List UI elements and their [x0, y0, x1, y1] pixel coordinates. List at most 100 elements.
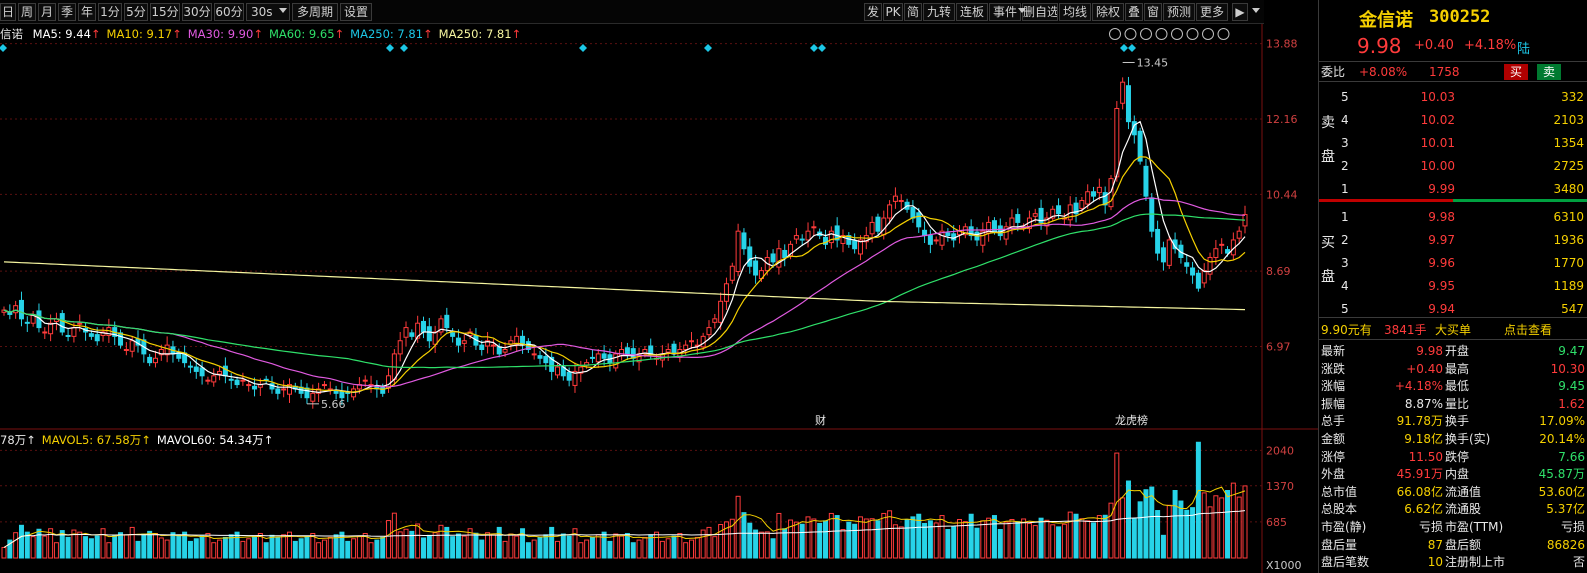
lock-icon[interactable]	[1186, 28, 1199, 40]
stat-value: 9.45	[1558, 379, 1585, 394]
volume-bar	[100, 528, 106, 559]
tool-button-0[interactable]: 发	[864, 3, 882, 21]
volume-bar	[770, 538, 776, 559]
stat-row: 盘后笔数 10 注册制上市 否	[1319, 553, 1587, 571]
asks-row[interactable]: 3 10.01 1354	[1319, 132, 1587, 154]
eye-icon[interactable]	[1109, 28, 1121, 40]
period-tab-7[interactable]: 15分	[150, 3, 180, 21]
period-tab-1[interactable]: 周	[18, 3, 36, 21]
candle-body	[1015, 214, 1021, 223]
volume-bar	[595, 534, 601, 559]
target-icon[interactable]	[1124, 28, 1137, 40]
tool-button-9[interactable]: 叠	[1125, 3, 1143, 21]
chevron-down-icon	[279, 8, 287, 13]
volume-bar	[630, 542, 636, 559]
stat-value: 91.78万	[1396, 414, 1443, 429]
asks-row[interactable]: 2 10.00 2725	[1319, 155, 1587, 177]
big-order-link[interactable]: 点击查看	[1504, 320, 1552, 340]
tool-button-6[interactable]: 删自选	[1022, 3, 1058, 21]
up-arrow-icon: ↑	[253, 27, 263, 41]
volume-bar	[1, 546, 7, 559]
candle-body	[42, 331, 48, 334]
zoom-in-icon[interactable]	[1202, 28, 1214, 40]
period-tab-9[interactable]: 60分	[214, 3, 244, 21]
bids-row[interactable]: 1 9.98 6310	[1319, 206, 1587, 228]
tool-button-10[interactable]: 窗	[1144, 3, 1162, 21]
volume-bar	[718, 524, 724, 559]
zoom-out-icon[interactable]	[1217, 28, 1230, 40]
event-dropdown-icon[interactable]	[1018, 8, 1026, 13]
volume-bar	[601, 531, 607, 559]
candle-body	[217, 370, 223, 375]
collapse-icon[interactable]	[1252, 8, 1260, 13]
buy-button[interactable]: 买	[1504, 64, 1528, 80]
asks-row[interactable]: 4 10.02 2103	[1319, 109, 1587, 131]
bids-row[interactable]: 3 9.96 1770	[1319, 252, 1587, 274]
kline-chart[interactable]: 13.88 12.16 10.44 8.69 6.97 2040 1370 685 X1000 1…	[0, 24, 1318, 573]
candle-body	[129, 340, 135, 352]
candle-body	[648, 345, 654, 355]
kline-svg[interactable]: 13.88 12.16 10.44 8.69 6.97 2040 1370 685 X1000 1…	[0, 24, 1318, 573]
tool-button-12[interactable]: 更多	[1196, 3, 1228, 21]
stat-label: 总股本	[1321, 502, 1358, 517]
volume-bar	[176, 534, 182, 559]
bids-row[interactable]: 5 9.94 547	[1319, 298, 1587, 320]
volume-bar	[1160, 534, 1166, 559]
undo-icon[interactable]	[1155, 28, 1168, 40]
volume-bar	[304, 535, 310, 559]
asks-row[interactable]: 1 9.99 3480	[1319, 178, 1587, 200]
redo-icon[interactable]	[1171, 28, 1183, 40]
candle-body	[1114, 107, 1120, 178]
stat-value: 7.66	[1558, 449, 1585, 464]
asks-price: 10.00	[1420, 159, 1455, 173]
asks-row[interactable]: 5 10.03 332	[1319, 86, 1587, 108]
tool-button-7[interactable]: 均线	[1059, 3, 1091, 21]
candle-body	[566, 371, 572, 381]
sell-button[interactable]: 卖	[1537, 64, 1561, 80]
volume-bar	[648, 534, 654, 559]
asks-volume: 3480	[1553, 182, 1584, 196]
stat-label: 换手	[1445, 414, 1470, 429]
stat-row: 外盘 45.91万 内盘 45.87万	[1319, 465, 1587, 483]
stat-label: 市盈(静)	[1321, 520, 1367, 534]
period-tab-5[interactable]: 1分	[98, 3, 122, 21]
tool-button-8[interactable]: 除权	[1092, 3, 1124, 21]
period-tab-0[interactable]: 日	[0, 3, 16, 21]
volume-bar	[793, 521, 799, 559]
multi-period-button[interactable]: 多周期	[292, 3, 338, 21]
period-tab-2[interactable]: 月	[38, 3, 56, 21]
volume-bar	[164, 539, 170, 559]
volume-bar	[1056, 526, 1062, 559]
tool-button-3[interactable]: 九转	[923, 3, 955, 21]
up-arrow-icon: ↑	[334, 27, 345, 41]
volume-bar	[811, 518, 817, 559]
period-tab-8[interactable]: 30分	[182, 3, 212, 21]
period-tab-6[interactable]: 5分	[124, 3, 148, 21]
candle-body	[205, 379, 211, 382]
volume-bar	[170, 532, 176, 559]
volume-bar	[962, 521, 968, 559]
bids-row[interactable]: 2 9.97 1936	[1319, 229, 1587, 251]
tool-button-11[interactable]: 预测	[1163, 3, 1195, 21]
period-tab-3[interactable]: 季	[58, 3, 76, 21]
volume-bar	[368, 542, 374, 559]
volume-bar	[333, 534, 339, 559]
expand-icon[interactable]: ▶	[1232, 3, 1248, 21]
settings-button[interactable]: 设置	[340, 3, 372, 21]
candle-body	[729, 265, 735, 281]
candle-body	[933, 239, 939, 242]
stat-label: 最低	[1445, 379, 1470, 394]
candle-body	[892, 195, 898, 202]
tool-button-5[interactable]: 事件	[989, 3, 1021, 21]
candle-body	[723, 283, 729, 302]
period-tab-4[interactable]: 年	[78, 3, 96, 21]
volume-bar	[217, 539, 223, 559]
tool-button-4[interactable]: 连板	[956, 3, 988, 21]
candle-body	[199, 367, 205, 377]
bids-row[interactable]: 4 9.95 1189	[1319, 275, 1587, 297]
stock-change: +0.40	[1414, 38, 1454, 53]
tool-button-1[interactable]: PK	[883, 3, 903, 21]
stock-tag: 陆	[1517, 42, 1531, 57]
tool-button-2[interactable]: 简	[904, 3, 922, 21]
play-icon[interactable]	[1140, 28, 1152, 40]
